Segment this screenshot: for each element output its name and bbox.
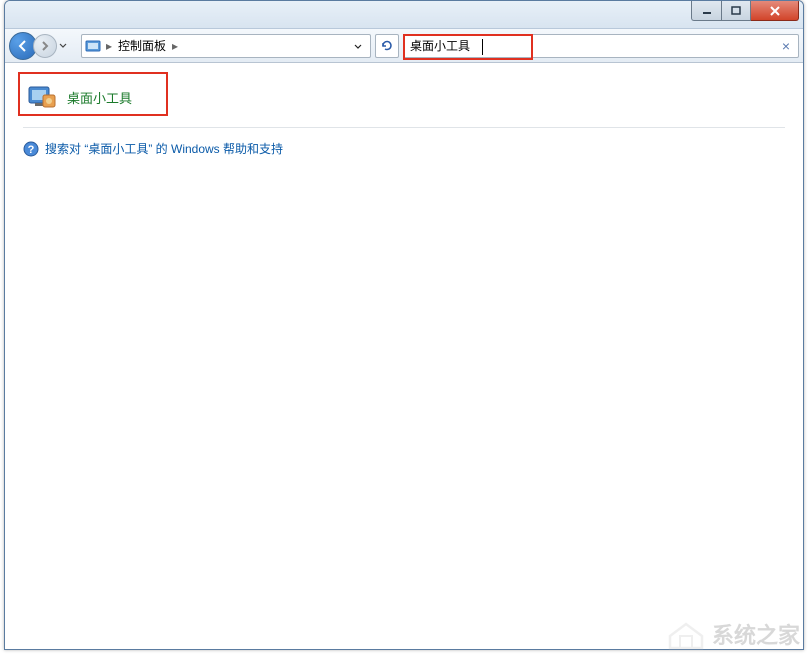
forward-button[interactable] [33,34,57,58]
minimize-button[interactable] [691,1,721,21]
windows-help-link[interactable]: ? 搜索对 “桌面小工具” 的 Windows 帮助和支持 [23,138,785,159]
nav-buttons [9,31,77,61]
help-icon: ? [23,141,39,157]
divider [23,127,785,128]
minimize-icon [702,6,712,16]
search-box[interactable]: × [403,34,799,58]
control-panel-window: ▸ 控制面板 ▸ × [4,0,804,650]
search-input[interactable] [408,39,778,53]
navigation-bar: ▸ 控制面板 ▸ × [5,29,803,63]
forward-arrow-icon [39,40,51,52]
refresh-icon [380,39,394,53]
content-area: 桌面小工具 ? 搜索对 “桌面小工具” 的 Windows 帮助和支持 [5,63,803,649]
address-dropdown[interactable] [348,39,368,53]
help-link-text: 搜索对 “桌面小工具” 的 Windows 帮助和支持 [45,140,283,157]
refresh-button[interactable] [375,34,399,58]
breadcrumb-item[interactable]: 控制面板 [116,37,168,54]
back-arrow-icon [16,39,30,53]
text-cursor [482,39,483,55]
breadcrumb-separator[interactable]: ▸ [168,39,182,53]
history-dropdown[interactable] [57,43,69,49]
close-button[interactable] [751,1,799,21]
titlebar [5,1,803,29]
result-label: 桌面小工具 [67,88,132,107]
window-controls [691,1,799,21]
maximize-icon [731,6,741,16]
close-icon [769,6,781,16]
breadcrumb-separator[interactable]: ▸ [102,39,116,53]
clear-search-button[interactable]: × [778,38,794,54]
address-bar[interactable]: ▸ 控制面板 ▸ [81,34,371,58]
chevron-down-icon [354,44,362,50]
result-desktop-gadgets[interactable]: 桌面小工具 [23,77,163,117]
control-panel-icon [84,37,102,55]
desktop-gadgets-icon [27,83,57,111]
maximize-button[interactable] [721,1,751,21]
chevron-down-icon [59,43,67,49]
svg-text:?: ? [28,144,35,156]
